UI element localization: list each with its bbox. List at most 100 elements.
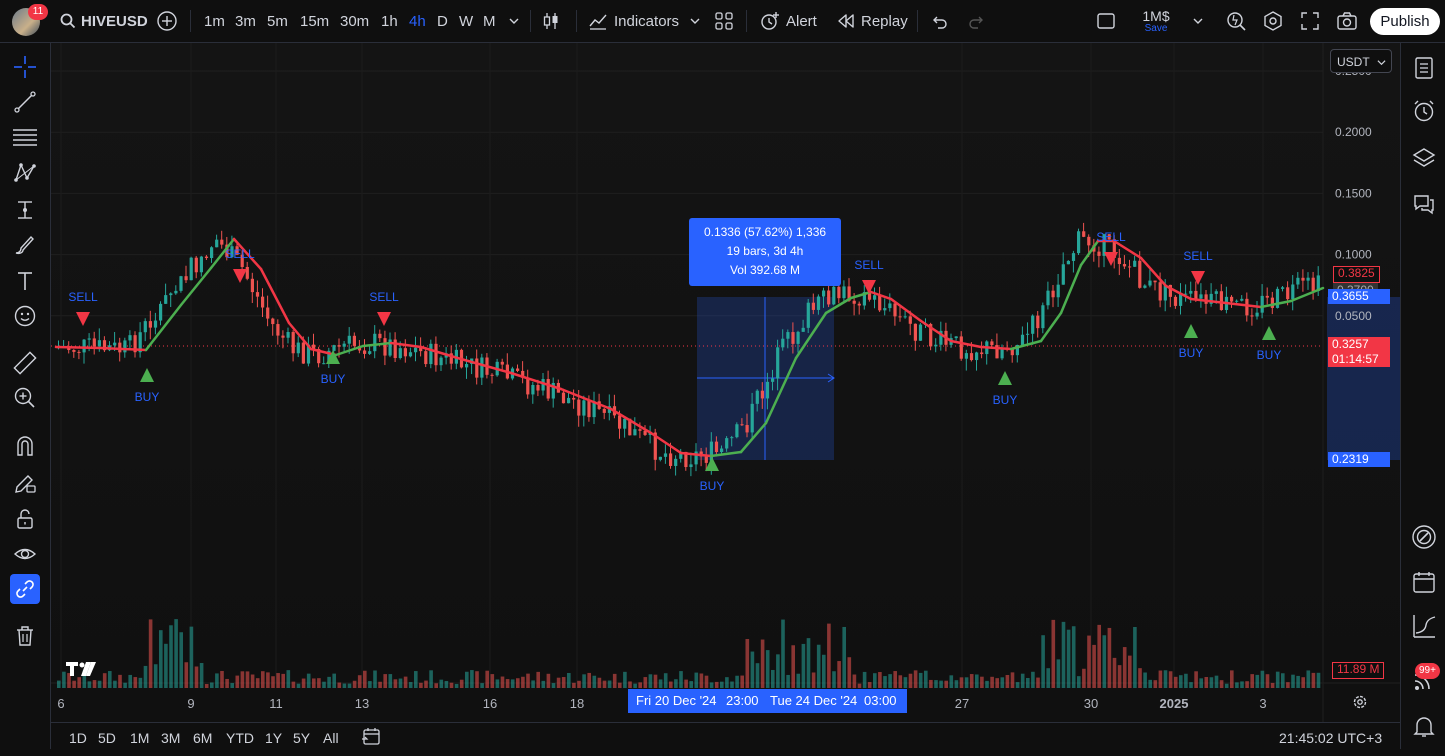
replay-button[interactable]: Replay [836, 0, 908, 42]
candle-body [776, 347, 780, 379]
interval-1h[interactable]: 1h [381, 0, 398, 42]
volume-bar [587, 672, 591, 688]
calendar-button[interactable] [1409, 567, 1439, 597]
volume-bar [964, 677, 969, 688]
candle-body [623, 418, 627, 429]
watchlist-button[interactable] [1409, 53, 1439, 83]
stay-drawing-tool[interactable] [10, 468, 40, 498]
interval-15m[interactable]: 15m [300, 0, 329, 42]
candle-body [526, 377, 530, 395]
text-tool[interactable] [10, 266, 40, 296]
chat-button[interactable] [1409, 189, 1439, 219]
candle-body [837, 286, 841, 299]
volume-bar [832, 671, 836, 688]
volume-bar [1219, 680, 1224, 688]
volume-bar [113, 680, 117, 688]
publish-button[interactable]: Publish [1370, 8, 1440, 35]
link-icon [16, 580, 34, 598]
volume-bar [485, 670, 489, 688]
redo-button[interactable] [968, 0, 986, 42]
candle-body [1219, 291, 1223, 310]
indicators-button[interactable]: Indicators [588, 0, 679, 42]
range-ytd[interactable]: YTD [226, 723, 254, 750]
interval-w[interactable]: W [459, 0, 473, 42]
snapshot-button[interactable] [1336, 0, 1358, 42]
symbol-search[interactable]: HIVEUSD [60, 0, 148, 42]
interval-4h[interactable]: 4h [409, 0, 426, 42]
range-1y[interactable]: 1Y [265, 723, 282, 750]
alerts-panel-button[interactable] [1409, 96, 1439, 126]
axis-settings-button[interactable] [1352, 694, 1368, 715]
ideas-button[interactable] [1409, 522, 1439, 552]
pine-editor-button[interactable] [1409, 611, 1439, 641]
candle-body [153, 320, 158, 328]
range-1m[interactable]: 1M [130, 723, 149, 750]
chevron-down-icon [1193, 18, 1203, 24]
notifications-button[interactable] [1409, 711, 1439, 741]
interval-5m[interactable]: 5m [267, 0, 288, 42]
fib-tool[interactable] [10, 122, 40, 152]
measure-tool[interactable] [10, 348, 40, 378]
layout-dropdown[interactable] [1192, 0, 1204, 42]
volume-bar [735, 675, 739, 688]
range-5y[interactable]: 5Y [293, 723, 310, 750]
sync-drawings-tool[interactable] [10, 574, 40, 604]
object-tree-button[interactable] [1409, 143, 1439, 173]
settings-button[interactable] [1262, 0, 1284, 42]
range-all[interactable]: All [323, 723, 339, 750]
zoom-tool[interactable] [10, 383, 40, 413]
crosshair-tool[interactable] [10, 52, 40, 82]
pattern-tool[interactable] [10, 158, 40, 188]
candle-body [1066, 260, 1070, 265]
volume-bar [1179, 675, 1183, 688]
interval-dropdown[interactable] [508, 0, 520, 42]
candle-body [760, 390, 764, 399]
clock-timezone[interactable]: 21:45:02 UTC+3 [1279, 723, 1382, 750]
chart-pane[interactable]: BUY BUY BUY BUY BUY BUY SELL SELL SELL SELL SELL SE… [51, 43, 1400, 722]
brush-tool[interactable] [10, 230, 40, 260]
alert-button[interactable]: Alert [759, 0, 817, 42]
lock-drawings-tool[interactable] [10, 504, 40, 534]
fullscreen-button[interactable] [1300, 0, 1320, 42]
candle-body [1133, 260, 1137, 267]
range-5d[interactable]: 5D [98, 723, 116, 750]
trend-line-tool[interactable] [10, 87, 40, 117]
range-1d[interactable]: 1D [69, 723, 87, 750]
volume-bar [699, 673, 704, 688]
range-3m[interactable]: 3M [161, 723, 180, 750]
price-chart[interactable]: BUY BUY BUY BUY BUY BUY SELL SELL SELL SELL SELL SE… [51, 43, 1400, 722]
candle-body [893, 303, 897, 317]
emoji-tool[interactable] [10, 301, 40, 331]
quick-search-button[interactable] [1225, 0, 1247, 42]
currency-select[interactable]: USDT [1330, 49, 1392, 73]
interval-30m[interactable]: 30m [340, 0, 369, 42]
interval-3m[interactable]: 3m [235, 0, 256, 42]
candle-body [1235, 300, 1239, 302]
streams-button[interactable]: 99+ [1409, 663, 1440, 695]
buy-label: BUY [993, 393, 1018, 407]
volume-bar [475, 671, 479, 688]
volume-bar [776, 654, 780, 688]
volume-bar [317, 678, 321, 688]
volume-bar [878, 672, 882, 688]
layout-select-button[interactable] [1096, 0, 1116, 42]
save-layout[interactable]: 1M$ Save [1135, 0, 1177, 42]
magnet-tool[interactable] [10, 431, 40, 461]
undo-button[interactable] [930, 0, 948, 42]
interval-1m[interactable]: 1m [204, 0, 225, 42]
templates-button[interactable] [714, 0, 734, 42]
compare-button[interactable] [156, 0, 178, 42]
volume-bar [669, 681, 673, 688]
hide-drawings-tool[interactable] [10, 539, 40, 569]
interval-d[interactable]: D [437, 0, 448, 42]
tradingview-logo[interactable] [66, 660, 98, 683]
volume-bar [393, 679, 398, 688]
chart-type-button[interactable] [541, 0, 561, 42]
candle-body [801, 327, 805, 332]
remove-drawings-tool[interactable] [10, 621, 40, 651]
range-6m[interactable]: 6M [193, 723, 212, 750]
interval-m[interactable]: M [483, 0, 496, 42]
candle-body [373, 333, 377, 352]
indicators-dropdown[interactable] [689, 0, 701, 42]
projection-tool[interactable] [10, 195, 40, 225]
